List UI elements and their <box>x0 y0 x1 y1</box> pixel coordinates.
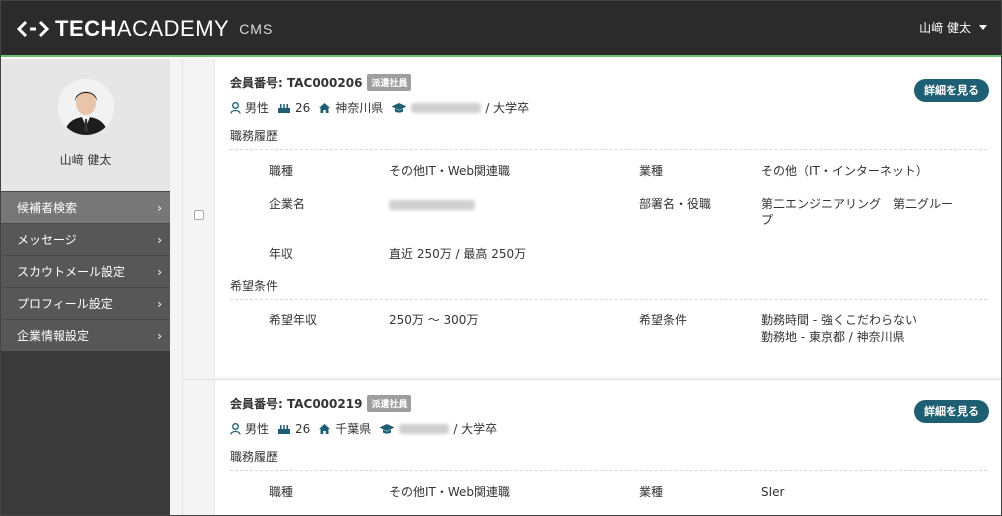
candidate-gender: 男性 <box>245 422 270 436</box>
sidebar-item-label: スカウトメール設定 <box>17 265 126 279</box>
user-icon <box>230 101 241 114</box>
employment-type-badge: 派遣社員 <box>367 74 412 91</box>
candidate-list: 会員番号: TAC000206 派遣社員 詳細を見る 男性 26 神奈川県 / … <box>170 59 1001 515</box>
chevron-right-icon: › <box>157 265 162 279</box>
chevron-right-icon: › <box>157 297 162 311</box>
department-label: 部署名・役職 <box>639 197 712 211</box>
desired-conditions-label: 希望条件 <box>639 313 688 327</box>
candidate-gender: 男性 <box>245 101 270 115</box>
member-number-line: 会員番号: TAC000219 派遣社員 <box>230 395 412 412</box>
company-value-redacted <box>389 198 479 214</box>
desired-income-value: 250万 〜 300万 <box>389 313 479 327</box>
top-bar: TECH ACADEMY CMS 山﨑 健太 <box>1 1 1001 57</box>
job-type-value: その他IT・Web関連職 <box>389 164 511 178</box>
industry-label: 業種 <box>639 164 664 178</box>
desired-conditions-title: 希望条件 <box>230 277 987 300</box>
career-history-title: 職務履歴 <box>230 448 987 471</box>
home-icon <box>319 423 331 434</box>
logo-academy-text: ACADEMY <box>116 16 230 41</box>
graduation-cap-icon <box>391 102 407 113</box>
select-column <box>183 59 215 377</box>
view-details-button[interactable]: 詳細を見る <box>914 400 989 423</box>
sidebar-item-label: プロフィール設定 <box>17 297 113 311</box>
candidate-education: / 大学卒 <box>453 422 498 436</box>
sidebar-item-label: 企業情報設定 <box>17 329 90 343</box>
app-frame: TECH ACADEMY CMS 山﨑 健太 山﨑 健太 候補者検索 › メッセ… <box>0 0 1002 516</box>
birthday-cake-icon <box>278 424 291 434</box>
desired-conditions-line2: 勤務地 - 東京都 / 神奈川県 <box>761 330 905 344</box>
candidate-card: 会員番号: TAC000206 派遣社員 詳細を見る 男性 26 神奈川県 / … <box>182 59 1001 377</box>
candidate-checkbox[interactable] <box>194 210 204 220</box>
industry-value: SIer <box>761 485 785 499</box>
candidate-age: 26 <box>295 421 311 436</box>
job-type-label: 職種 <box>269 164 294 178</box>
industry-label: 業種 <box>639 485 664 499</box>
sidebar-item-company-settings[interactable]: 企業情報設定 › <box>1 319 170 351</box>
desired-conditions-line1: 勤務時間 - 強くこだわらない <box>761 313 917 327</box>
logo-cms-text: CMS <box>239 21 274 37</box>
sidebar-item-profile-settings[interactable]: プロフィール設定 › <box>1 287 170 319</box>
sidebar-item-label: メッセージ <box>17 233 77 247</box>
chevron-right-icon: › <box>157 201 162 215</box>
user-icon <box>230 422 241 435</box>
sidebar-item-scout-mail-settings[interactable]: スカウトメール設定 › <box>1 255 170 287</box>
school-name-redacted <box>399 423 450 434</box>
candidate-meta: 男性 26 <box>230 99 537 116</box>
sidebar-profile: 山﨑 健太 <box>1 59 170 191</box>
candidate-location: 千葉県 <box>335 422 372 436</box>
sidebar-profile-name: 山﨑 健太 <box>59 153 112 167</box>
candidate-card-body: 会員番号: TAC000219 派遣社員 詳細を見る 男性 26 千葉県 / 大… <box>216 380 1001 515</box>
candidate-meta: 男性 26 <box>230 420 505 437</box>
home-icon <box>319 102 331 113</box>
candidate-location: 神奈川県 <box>335 101 384 115</box>
member-number: 会員番号: TAC000206 <box>230 76 363 90</box>
job-type-label: 職種 <box>269 485 294 499</box>
chevron-right-icon: › <box>157 329 162 343</box>
member-number: 会員番号: TAC000219 <box>230 397 363 411</box>
job-type-value: その他IT・Web関連職 <box>389 485 511 499</box>
graduation-cap-icon <box>379 423 395 434</box>
sidebar-item-candidate-search[interactable]: 候補者検索 › <box>1 191 170 223</box>
candidate-education: / 大学卒 <box>485 101 530 115</box>
caret-down-icon <box>979 25 987 30</box>
avatar-person-icon <box>57 79 114 135</box>
sidebar-item-label: 候補者検索 <box>17 201 78 215</box>
logo-tech-text: TECH <box>55 16 117 41</box>
avatar <box>57 79 114 135</box>
member-number-line: 会員番号: TAC000206 派遣社員 <box>230 74 412 91</box>
desired-income-label: 希望年収 <box>269 313 318 327</box>
user-menu-name: 山﨑 健太 <box>919 21 971 35</box>
birthday-cake-icon <box>278 103 291 113</box>
sidebar-item-messages[interactable]: メッセージ › <box>1 223 170 255</box>
candidate-card-body: 会員番号: TAC000206 派遣社員 詳細を見る 男性 26 神奈川県 / … <box>216 59 1001 377</box>
view-details-button[interactable]: 詳細を見る <box>914 79 989 102</box>
school-name-redacted <box>411 102 482 113</box>
candidate-age: 26 <box>295 100 311 115</box>
code-brackets-icon <box>17 20 49 38</box>
chevron-right-icon: › <box>157 233 162 247</box>
employment-type-badge: 派遣社員 <box>367 395 412 412</box>
income-value: 直近 250万 / 最高 250万 <box>389 247 527 261</box>
department-value: 第二エンジニアリング 第二グループ <box>761 197 954 227</box>
techacademy-logo[interactable]: TECH ACADEMY CMS <box>17 15 273 43</box>
candidate-card: 会員番号: TAC000219 派遣社員 詳細を見る 男性 26 千葉県 / 大… <box>182 379 1001 515</box>
career-history-title: 職務履歴 <box>230 127 987 150</box>
company-label: 企業名 <box>269 197 306 211</box>
income-label: 年収 <box>269 247 294 261</box>
sidebar: 山﨑 健太 候補者検索 › メッセージ › スカウトメール設定 › プロフィール… <box>1 59 170 515</box>
industry-value: その他（IT・インターネット） <box>761 164 928 178</box>
user-menu[interactable]: 山﨑 健太 <box>919 19 987 36</box>
select-column <box>183 380 215 515</box>
